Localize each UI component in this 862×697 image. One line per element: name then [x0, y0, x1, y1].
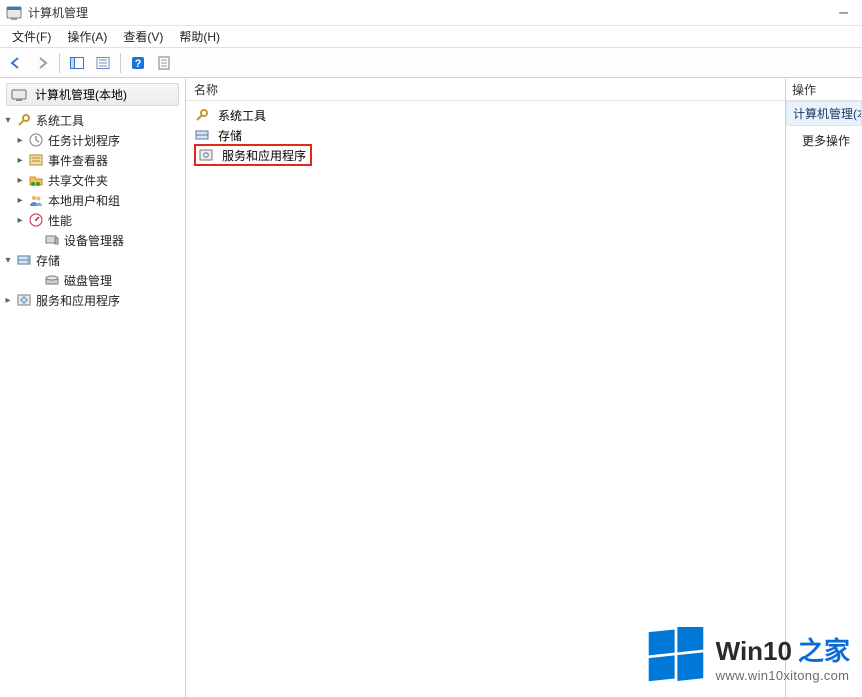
toolbar-separator	[59, 53, 60, 73]
tree-node-device-manager[interactable]: ▸ 设备管理器	[0, 230, 185, 250]
tree-node-task-scheduler[interactable]: ▸ 任务计划程序	[0, 130, 185, 150]
panes-icon	[69, 55, 85, 71]
chevron-right-icon[interactable]: ▸	[14, 214, 26, 226]
chevron-right-icon[interactable]: ▸	[2, 294, 14, 306]
toolbar: ?	[0, 48, 862, 78]
list-item-system-tools[interactable]: 系统工具	[190, 105, 781, 125]
tools-icon	[194, 107, 210, 123]
chevron-down-icon[interactable]: ▾	[2, 114, 14, 126]
minimize-button[interactable]: –	[831, 4, 856, 22]
toolbar-forward-button[interactable]	[30, 51, 54, 75]
list-item-services-apps[interactable]: 服务和应用程序	[190, 145, 781, 165]
tree-node-label: 事件查看器	[48, 152, 108, 169]
toolbar-separator	[120, 53, 121, 73]
menu-bar: 文件(F) 操作(A) 查看(V) 帮助(H)	[0, 26, 862, 48]
work-area: 计算机管理(本地) ▾ 系统工具 ▸ 任务计划程序	[0, 78, 862, 697]
shared-folder-icon	[28, 172, 44, 188]
chevron-right-icon[interactable]: ▸	[14, 174, 26, 186]
list-icon	[95, 55, 111, 71]
toolbar-properties-button[interactable]	[91, 51, 115, 75]
toolbar-refresh-button[interactable]	[152, 51, 176, 75]
tree-panel: 计算机管理(本地) ▾ 系统工具 ▸ 任务计划程序	[0, 79, 186, 697]
list-item-storage[interactable]: 存储	[190, 125, 781, 145]
tree-node-system-tools[interactable]: ▾ 系统工具	[0, 110, 185, 130]
highlight-annotation: 服务和应用程序	[194, 144, 312, 166]
actions-panel: 操作 计算机管理(本地) 更多操作	[786, 79, 862, 697]
toolbar-show-hide-button[interactable]	[65, 51, 89, 75]
tree-node-shared-folders[interactable]: ▸ 共享文件夹	[0, 170, 185, 190]
list-item-label: 存储	[218, 127, 242, 144]
chevron-down-icon[interactable]: ▾	[2, 254, 14, 266]
column-name-label: 名称	[194, 81, 218, 98]
computer-icon	[11, 87, 27, 103]
chevron-right-icon[interactable]: ▸	[14, 134, 26, 146]
tree-root-label: 计算机管理(本地)	[35, 86, 127, 103]
storage-icon	[194, 127, 210, 143]
services-icon	[16, 292, 32, 308]
list-panel: 名称 系统工具 存储 服务和应用程序	[186, 79, 786, 697]
svg-text:?: ?	[135, 58, 142, 70]
tree-node-label: 设备管理器	[64, 232, 124, 249]
actions-more-link[interactable]: 更多操作	[786, 126, 862, 151]
arrow-left-icon	[8, 55, 24, 71]
tree-root[interactable]: 计算机管理(本地)	[6, 83, 179, 106]
tree-node-storage[interactable]: ▾ 存储	[0, 250, 185, 270]
tree-node-label: 系统工具	[36, 112, 84, 129]
storage-icon	[16, 252, 32, 268]
event-log-icon	[28, 152, 44, 168]
tree-node-disk-management[interactable]: ▸ 磁盘管理	[0, 270, 185, 290]
title-bar: 计算机管理 –	[0, 0, 862, 26]
disk-icon	[44, 272, 60, 288]
list-item-label: 系统工具	[218, 107, 266, 124]
device-icon	[44, 232, 60, 248]
clock-icon	[28, 132, 44, 148]
actions-section-title: 计算机管理(本地)	[786, 101, 862, 126]
tree-node-event-viewer[interactable]: ▸ 事件查看器	[0, 150, 185, 170]
tree-node-label: 服务和应用程序	[36, 292, 120, 309]
tree-node-label: 磁盘管理	[64, 272, 112, 289]
window-title: 计算机管理	[28, 4, 88, 21]
arrow-right-icon	[34, 55, 50, 71]
tree-node-label: 共享文件夹	[48, 172, 108, 189]
tools-icon	[16, 112, 32, 128]
menu-file[interactable]: 文件(F)	[4, 26, 59, 47]
actions-header: 操作	[786, 79, 862, 101]
menu-help[interactable]: 帮助(H)	[171, 26, 228, 47]
toolbar-back-button[interactable]	[4, 51, 28, 75]
chevron-right-icon[interactable]: ▸	[14, 194, 26, 206]
tree-node-label: 性能	[48, 212, 72, 229]
tree-node-services-apps[interactable]: ▸ 服务和应用程序	[0, 290, 185, 310]
chevron-right-icon[interactable]: ▸	[14, 154, 26, 166]
help-icon: ?	[130, 55, 146, 71]
tree-node-performance[interactable]: ▸ 性能	[0, 210, 185, 230]
tree-node-local-users[interactable]: ▸ 本地用户和组	[0, 190, 185, 210]
tree-node-label: 存储	[36, 252, 60, 269]
toolbar-help-button[interactable]: ?	[126, 51, 150, 75]
services-icon	[198, 147, 214, 163]
sheet-icon	[156, 55, 172, 71]
tree-node-label: 任务计划程序	[48, 132, 120, 149]
menu-action[interactable]: 操作(A)	[59, 26, 115, 47]
performance-icon	[28, 212, 44, 228]
app-icon	[6, 5, 22, 21]
list-column-header[interactable]: 名称	[186, 79, 785, 101]
list-item-label: 服务和应用程序	[222, 147, 306, 164]
users-icon	[28, 192, 44, 208]
menu-view[interactable]: 查看(V)	[115, 26, 171, 47]
tree-node-label: 本地用户和组	[48, 192, 120, 209]
